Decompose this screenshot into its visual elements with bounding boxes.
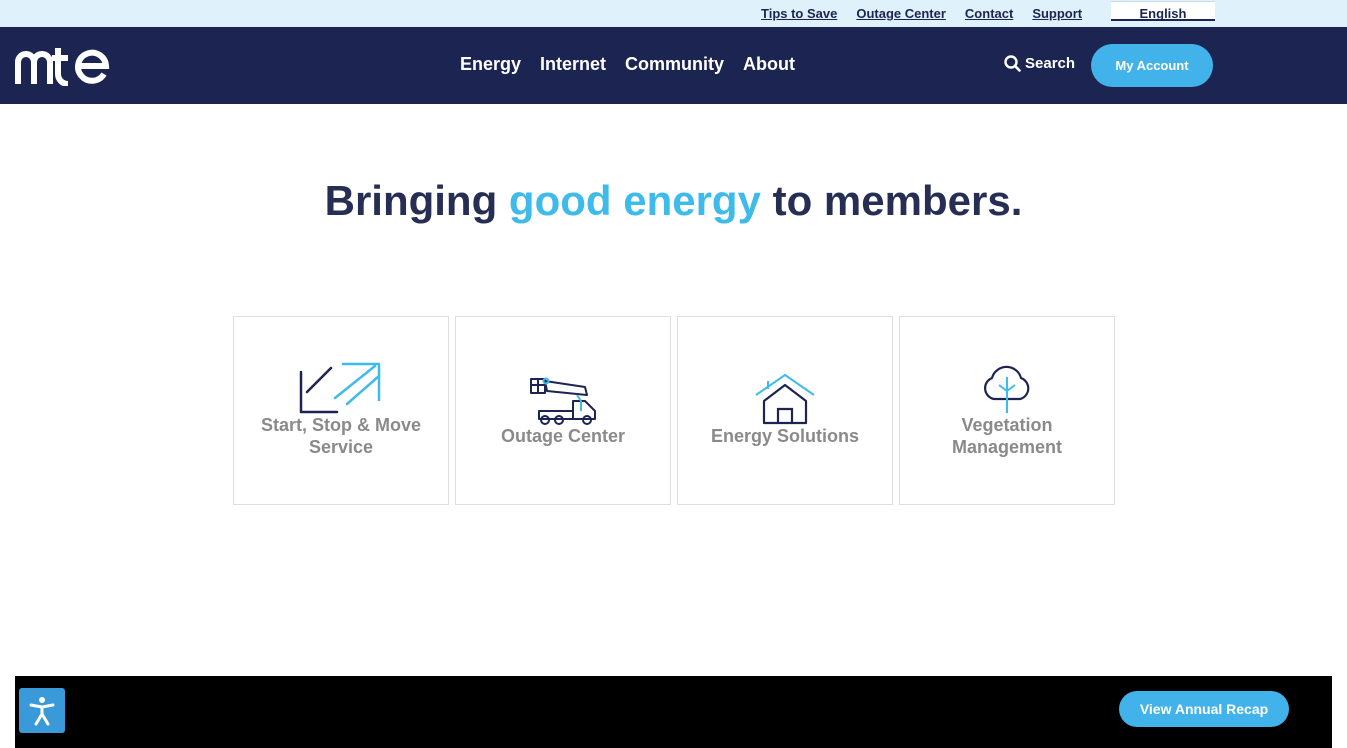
search-icon: [1004, 55, 1021, 72]
main-nav: Energy Internet Community About: [460, 54, 795, 75]
tree-icon: [984, 365, 1030, 413]
utility-links: Tips to Save Outage Center Contact Suppo…: [761, 6, 1082, 21]
hero-title-accent: good energy: [508, 177, 761, 224]
hero-title-part2: to members.: [760, 177, 1023, 224]
hero-title: Bringing good energy to members.: [0, 177, 1347, 225]
tile-start-stop-move[interactable]: Start, Stop & Move Service: [233, 316, 449, 505]
hero-title-part1: Bringing: [324, 177, 509, 224]
tile-label-energy-solutions: Energy Solutions: [710, 426, 860, 446]
utility-link-support[interactable]: Support: [1032, 6, 1082, 21]
tile-outage-center[interactable]: Outage Center: [455, 316, 671, 505]
tile-energy-solutions[interactable]: Energy Solutions: [677, 316, 893, 505]
accessibility-icon: [29, 696, 55, 725]
my-account-button[interactable]: My Account: [1091, 44, 1213, 87]
utility-link-outage-center[interactable]: Outage Center: [856, 6, 946, 21]
main-header: Energy Internet Community About Search M…: [0, 27, 1347, 104]
language-select[interactable]: English: [1111, 1, 1215, 21]
tile-label-vegetation-management: Vegetation Management: [951, 415, 1063, 457]
arrows-icon: [299, 362, 381, 414]
nav-about[interactable]: About: [743, 54, 795, 75]
nav-internet[interactable]: Internet: [540, 54, 606, 75]
accessibility-button[interactable]: [19, 688, 65, 733]
search-label: Search: [1025, 55, 1076, 72]
nav-community[interactable]: Community: [625, 54, 724, 75]
view-annual-recap-button[interactable]: View Annual Recap: [1119, 691, 1289, 727]
mte-logo[interactable]: [14, 44, 110, 86]
utility-link-contact[interactable]: Contact: [965, 6, 1013, 21]
nav-energy[interactable]: Energy: [460, 54, 521, 75]
tile-vegetation-management[interactable]: Vegetation Management: [899, 316, 1115, 505]
service-tiles: Start, Stop & Move Service Outage Center…: [233, 316, 1115, 505]
utility-link-tips[interactable]: Tips to Save: [761, 6, 837, 21]
tile-label-outage-center: Outage Center: [500, 426, 626, 446]
search-button[interactable]: Search: [1004, 55, 1075, 72]
house-icon: [755, 373, 815, 425]
utility-bar: Tips to Save Outage Center Contact Suppo…: [0, 0, 1347, 27]
tile-label-start-stop-move: Start, Stop & Move Service: [260, 415, 421, 457]
page: Tips to Save Outage Center Contact Suppo…: [0, 0, 1347, 748]
bucket-truck-icon: [530, 377, 596, 425]
